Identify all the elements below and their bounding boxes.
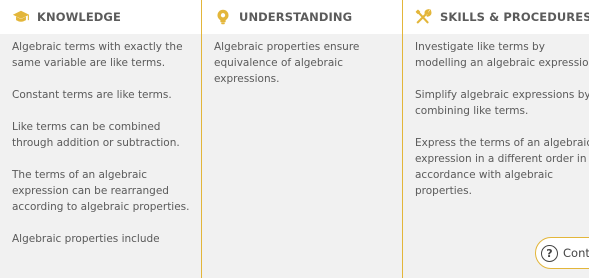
skills-item: Express the terms of an algebraic expres… xyxy=(415,137,589,197)
lightbulb-icon xyxy=(217,9,229,25)
contact-label: Contact xyxy=(563,246,589,260)
knowledge-item: Algebraic properties include xyxy=(12,233,160,245)
skills-item: Simplify algebraic expressions by combin… xyxy=(415,89,589,117)
skills-header: SKILLS & PROCEDURES xyxy=(403,0,589,34)
graduation-cap-icon xyxy=(12,10,30,22)
understanding-header: UNDERSTANDING xyxy=(202,0,402,34)
understanding-title: UNDERSTANDING xyxy=(239,10,353,24)
understanding-panel: Algebraic properties ensure equivalence … xyxy=(202,34,402,278)
skills-item: Investigate like terms by modelling an a… xyxy=(415,41,589,69)
knowledge-item: Like terms can be combined through addit… xyxy=(12,121,180,149)
knowledge-panel: Algebraic terms with exactly the same va… xyxy=(0,34,201,278)
knowledge-title: KNOWLEDGE xyxy=(37,10,121,24)
wrench-screwdriver-icon xyxy=(415,9,432,24)
knowledge-column: KNOWLEDGE Algebraic terms with exactly t… xyxy=(0,0,202,278)
outcomes-grid: KNOWLEDGE Algebraic terms with exactly t… xyxy=(0,0,589,278)
knowledge-item: The terms of an algebraic expression can… xyxy=(12,169,190,213)
knowledge-item: Algebraic terms with exactly the same va… xyxy=(12,41,183,69)
knowledge-item: Constant terms are like terms. xyxy=(12,89,172,101)
understanding-item: Algebraic properties ensure equivalence … xyxy=(214,41,360,85)
question-circle-icon: ? xyxy=(541,244,558,262)
knowledge-header: KNOWLEDGE xyxy=(0,0,201,34)
skills-title: SKILLS & PROCEDURES xyxy=(440,10,589,24)
contact-button[interactable]: ? Contact xyxy=(535,237,589,269)
understanding-column: UNDERSTANDING Algebraic properties ensur… xyxy=(202,0,403,278)
